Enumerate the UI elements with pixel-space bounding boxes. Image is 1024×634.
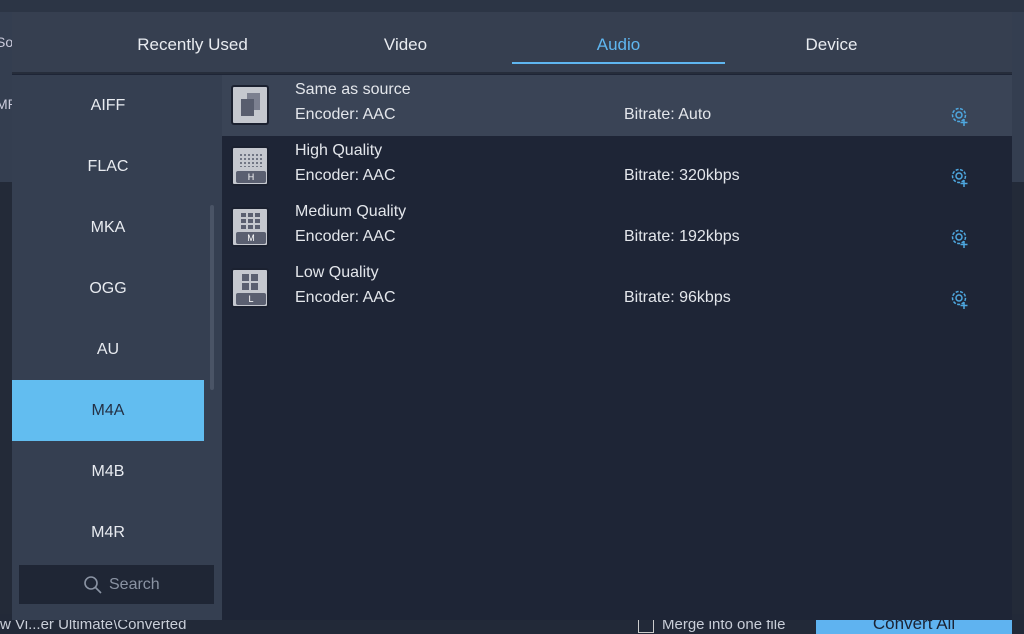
format-item-au[interactable]: AU <box>12 319 204 380</box>
quality-low-icon: L <box>231 268 269 308</box>
preset-row[interactable]: M Medium Quality Encoder: AAC Bitrate: 1… <box>222 197 1012 258</box>
preset-encoder: Encoder: AAC <box>295 228 396 245</box>
settings-gear-icon[interactable] <box>949 288 971 310</box>
format-list-scrollbar[interactable] <box>210 205 214 390</box>
settings-gear-icon[interactable] <box>949 227 971 249</box>
search-placeholder: Search <box>109 576 160 593</box>
format-list: AIFF FLAC MKA OGG AU M4A M4B M4R Search <box>12 75 222 620</box>
preset-encoder: Encoder: AAC <box>295 167 396 184</box>
format-dialog: Recently Used Video Audio Device AIFF FL… <box>12 12 1012 620</box>
format-item-m4r[interactable]: M4R <box>12 502 204 563</box>
preset-row[interactable]: H High Quality Encoder: AAC Bitrate: 320… <box>222 136 1012 197</box>
preset-encoder: Encoder: AAC <box>295 106 396 123</box>
tab-bar: Recently Used Video Audio Device <box>12 12 1012 74</box>
settings-gear-icon[interactable] <box>949 105 971 127</box>
preset-bitrate: Bitrate: 192kbps <box>624 228 740 245</box>
quality-badge: L <box>236 293 266 305</box>
settings-gear-icon[interactable] <box>949 166 971 188</box>
background-app-left: So MP <box>0 12 12 182</box>
bg-text: MP <box>0 96 12 112</box>
background-app-header <box>0 0 1024 12</box>
copy-icon <box>231 85 269 125</box>
preset-name: High Quality <box>295 142 383 159</box>
background-app-right <box>1012 12 1024 182</box>
preset-bitrate: Bitrate: Auto <box>624 106 712 123</box>
tab-video[interactable]: Video <box>299 12 512 74</box>
quality-badge: H <box>236 171 266 183</box>
preset-name: Low Quality <box>295 264 379 281</box>
format-item-m4a[interactable]: M4A <box>12 380 204 441</box>
preset-encoder: Encoder: AAC <box>295 289 396 306</box>
quality-medium-icon: M <box>231 207 269 247</box>
format-item-flac[interactable]: FLAC <box>12 136 204 197</box>
quality-high-icon: H <box>231 146 269 186</box>
preset-row[interactable]: Same as source Encoder: AAC Bitrate: Aut… <box>222 75 1012 136</box>
search-icon <box>84 576 102 594</box>
preset-name: Medium Quality <box>295 203 407 220</box>
preset-name: Same as source <box>295 81 411 98</box>
bg-text: So <box>0 34 12 50</box>
tab-recently-used[interactable]: Recently Used <box>86 12 299 74</box>
search-input[interactable]: Search <box>19 565 214 604</box>
preset-bitrate: Bitrate: 320kbps <box>624 167 740 184</box>
preset-bitrate: Bitrate: 96kbps <box>624 289 731 306</box>
tab-device[interactable]: Device <box>725 12 938 74</box>
format-item-ogg[interactable]: OGG <box>12 258 204 319</box>
quality-badge: M <box>236 232 266 244</box>
format-item-aiff[interactable]: AIFF <box>12 75 204 136</box>
format-item-mka[interactable]: MKA <box>12 197 204 258</box>
format-item-m4b[interactable]: M4B <box>12 441 204 502</box>
preset-row[interactable]: L Low Quality Encoder: AAC Bitrate: 96kb… <box>222 258 1012 319</box>
tab-audio[interactable]: Audio <box>512 12 725 74</box>
